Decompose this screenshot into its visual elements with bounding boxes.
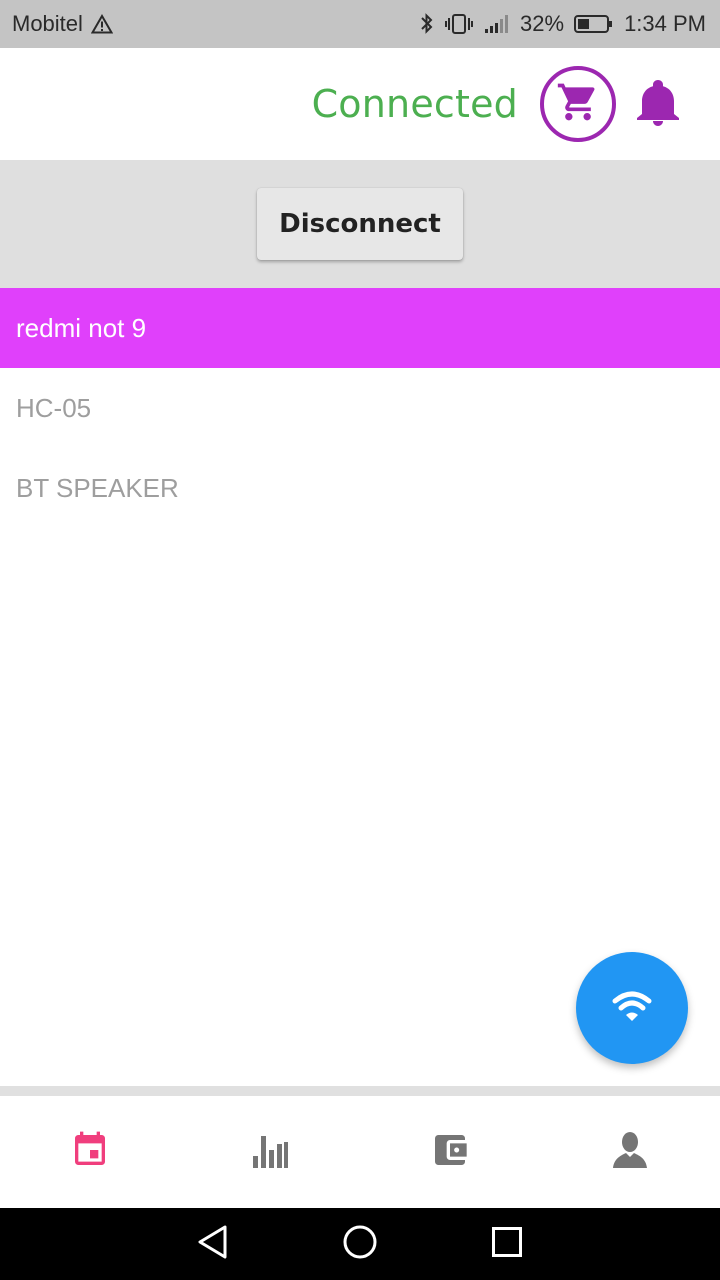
wifi-icon xyxy=(611,989,653,1028)
connection-status: Connected xyxy=(311,82,518,126)
device-item-bt-speaker[interactable]: BT SPEAKER xyxy=(0,448,720,528)
battery-percent: 32% xyxy=(520,11,565,36)
bell-icon xyxy=(634,76,682,133)
nav-divider xyxy=(0,1086,720,1096)
vibrate-icon xyxy=(444,13,474,35)
person-icon xyxy=(610,1130,650,1175)
system-nav-bar xyxy=(0,1208,720,1280)
bar-chart-icon xyxy=(251,1130,289,1175)
action-panel: Disconnect xyxy=(0,160,720,288)
nav-item-calendar[interactable] xyxy=(0,1096,180,1208)
nav-item-profile[interactable] xyxy=(540,1096,720,1208)
disconnect-button[interactable]: Disconnect xyxy=(257,188,463,260)
bluetooth-icon xyxy=(420,12,434,36)
bottom-nav xyxy=(0,1096,720,1208)
wallet-icon xyxy=(429,1130,471,1175)
warning-icon xyxy=(90,14,113,34)
cart-button[interactable] xyxy=(540,66,616,142)
device-item-redmi[interactable]: redmi not 9 xyxy=(0,288,720,368)
status-right: 32% 1:34 PM xyxy=(420,11,706,37)
scan-fab-button[interactable] xyxy=(576,952,688,1064)
home-button[interactable] xyxy=(330,1214,390,1274)
device-list: redmi not 9 HC-05 BT SPEAKER xyxy=(0,288,720,528)
recents-button[interactable] xyxy=(477,1214,537,1274)
status-left: Mobitel xyxy=(12,11,113,37)
notifications-button[interactable] xyxy=(634,76,682,133)
signal-icon xyxy=(484,14,510,34)
battery-icon xyxy=(574,14,614,34)
nav-item-stats[interactable] xyxy=(180,1096,360,1208)
back-icon xyxy=(196,1224,230,1265)
nav-item-wallet[interactable] xyxy=(360,1096,540,1208)
home-icon xyxy=(342,1224,378,1265)
clock: 1:34 PM xyxy=(624,11,706,36)
back-button[interactable] xyxy=(183,1214,243,1274)
app-header: Connected xyxy=(0,48,720,160)
cart-icon xyxy=(556,80,600,129)
device-item-hc05[interactable]: HC-05 xyxy=(0,368,720,448)
status-bar: Mobitel 32% 1:34 PM xyxy=(0,0,720,48)
carrier-name: Mobitel xyxy=(12,11,83,36)
recents-icon xyxy=(491,1226,523,1263)
calendar-icon xyxy=(70,1130,110,1175)
